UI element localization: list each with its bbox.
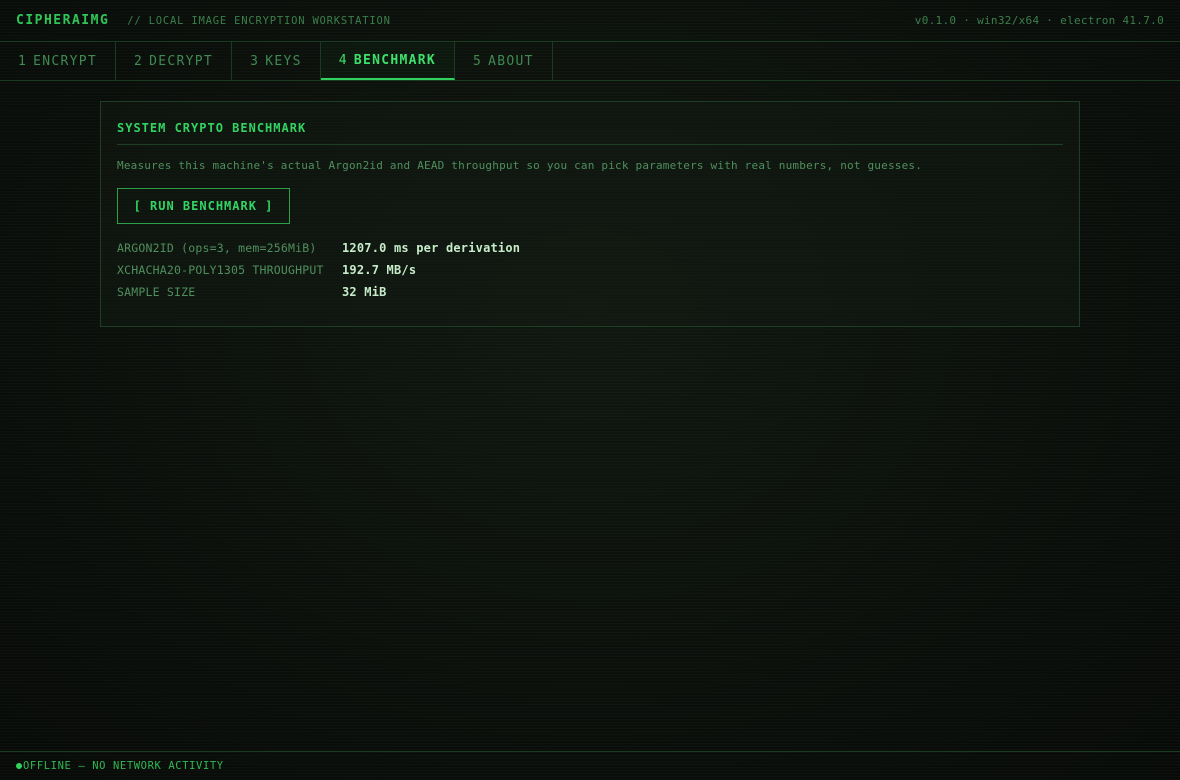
tab-label: BENCHMARK — [353, 52, 436, 68]
result-label: SAMPLE SIZE — [117, 285, 196, 299]
panel-title: SYSTEM CRYPTO BENCHMARK — [117, 121, 1063, 145]
tab-number: 5 — [473, 53, 483, 69]
result-row-xchacha: XCHACHA20-POLY1305 THROUGHPUT 192.7 MB/s — [117, 259, 1063, 281]
status-bar: OFFLINE — NO NETWORK ACTIVITY — [0, 751, 1180, 780]
tab-number: 1 — [18, 53, 28, 69]
result-row-sample-size: SAMPLE SIZE 32 MiB — [117, 281, 1063, 303]
benchmark-panel: SYSTEM CRYPTO BENCHMARK Measures this ma… — [100, 101, 1080, 327]
tab-number: 3 — [250, 53, 260, 69]
benchmark-results: ARGON2ID (ops=3, mem=256MiB) 1207.0 ms p… — [117, 237, 1063, 303]
status-dot-icon — [16, 763, 22, 769]
status-text: OFFLINE — NO NETWORK ACTIVITY — [23, 760, 224, 772]
tab-keys[interactable]: 3 KEYS — [232, 42, 321, 80]
run-benchmark-button[interactable]: [ RUN BENCHMARK ] — [117, 188, 290, 224]
version-info: v0.1.0 · win32/x64 · electron 41.7.0 — [914, 14, 1164, 27]
tab-bar: 1 ENCRYPT 2 DECRYPT 3 KEYS 4 BENCHMARK 5… — [0, 42, 1180, 81]
tab-label: ENCRYPT — [33, 53, 98, 69]
tab-benchmark[interactable]: 4 BENCHMARK — [320, 42, 455, 80]
tab-encrypt[interactable]: 1 ENCRYPT — [0, 42, 117, 80]
tab-number: 2 — [134, 53, 144, 69]
result-label: XCHACHA20-POLY1305 THROUGHPUT — [117, 263, 324, 277]
result-value: 192.7 MB/s — [342, 263, 417, 277]
tab-decrypt[interactable]: 2 DECRYPT — [116, 42, 233, 80]
tab-label: KEYS — [265, 53, 302, 69]
panel-description: Measures this machine's actual Argon2id … — [117, 159, 923, 172]
tab-about[interactable]: 5 ABOUT — [455, 42, 553, 80]
tab-label: DECRYPT — [149, 53, 214, 69]
app-header: CIPHERAIMG // LOCAL IMAGE ENCRYPTION WOR… — [0, 0, 1180, 42]
app-subtitle: // LOCAL IMAGE ENCRYPTION WORKSTATION — [127, 14, 391, 27]
tab-label: ABOUT — [488, 53, 534, 69]
tab-number: 4 — [338, 52, 348, 68]
result-value: 1207.0 ms per derivation — [342, 241, 521, 255]
result-row-argon2id: ARGON2ID (ops=3, mem=256MiB) 1207.0 ms p… — [117, 237, 1063, 259]
result-label: ARGON2ID (ops=3, mem=256MiB) — [117, 241, 317, 255]
result-value: 32 MiB — [342, 285, 387, 299]
app-logo: CIPHERAIMG — [16, 13, 110, 28]
